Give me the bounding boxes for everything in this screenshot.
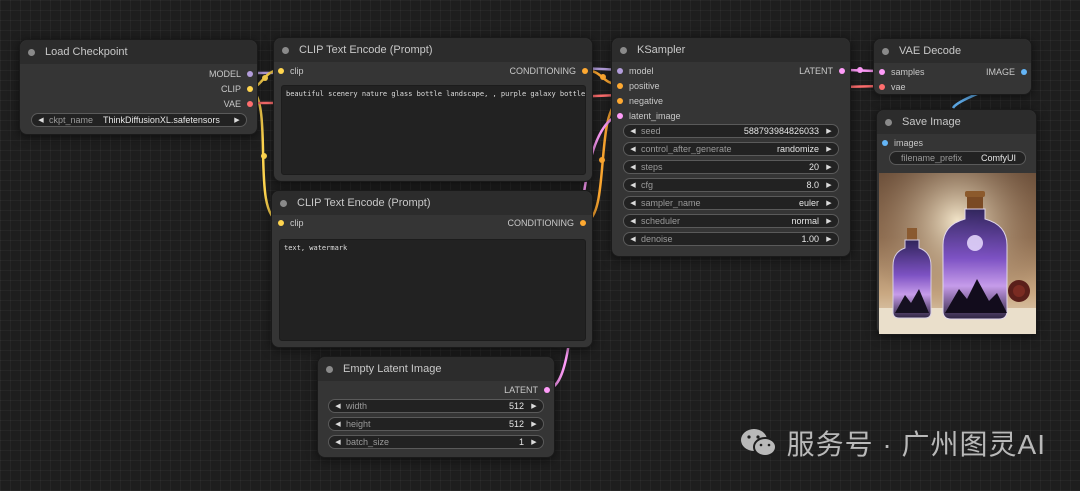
input-dot-icon[interactable] xyxy=(278,68,284,74)
arrow-left-icon[interactable]: ◀ xyxy=(334,438,342,446)
collapse-dot-icon[interactable] xyxy=(620,46,627,54)
output-dot-icon[interactable] xyxy=(544,387,550,393)
arrow-left-icon[interactable]: ◀ xyxy=(629,145,637,153)
arrow-right-icon[interactable]: ▶ xyxy=(825,145,833,153)
output-dot-icon[interactable] xyxy=(1021,69,1027,75)
node-clip-text-encode-positive[interactable]: CLIP Text Encode (Prompt) clip CONDITION… xyxy=(273,37,593,182)
collapse-dot-icon[interactable] xyxy=(885,118,892,126)
seed-widget[interactable]: ◀ seed 588793984826033 ▶ xyxy=(623,124,839,138)
batch-size-widget[interactable]: ◀ batch_size 1 ▶ xyxy=(328,435,544,449)
input-dot-icon[interactable] xyxy=(879,84,885,90)
output-dot-icon[interactable] xyxy=(247,71,253,77)
prompt-textarea[interactable]: text, watermark xyxy=(279,239,586,341)
output-clip[interactable]: CLIP xyxy=(221,83,253,95)
arrow-left-icon[interactable]: ◀ xyxy=(37,116,45,124)
output-image-preview[interactable] xyxy=(879,173,1036,334)
arrow-left-icon[interactable]: ◀ xyxy=(334,420,342,428)
bottle-image xyxy=(879,173,1036,334)
scheduler-widget[interactable]: ◀ scheduler normal ▶ xyxy=(623,214,839,228)
arrow-left-icon[interactable]: ◀ xyxy=(334,402,342,410)
node-title: CLIP Text Encode (Prompt) xyxy=(297,197,431,209)
collapse-dot-icon[interactable] xyxy=(326,365,333,373)
arrow-right-icon[interactable]: ▶ xyxy=(825,127,833,135)
node-title: Load Checkpoint xyxy=(45,46,128,58)
arrow-right-icon[interactable]: ▶ xyxy=(825,181,833,189)
arrow-right-icon[interactable]: ▶ xyxy=(233,116,241,124)
prompt-textarea[interactable]: beautiful scenery nature glass bottle la… xyxy=(281,85,586,175)
output-conditioning[interactable]: CONDITIONING xyxy=(508,217,586,229)
node-title: KSampler xyxy=(637,44,686,56)
input-samples[interactable]: samples xyxy=(879,66,925,78)
arrow-right-icon[interactable]: ▶ xyxy=(825,217,833,225)
node-ksampler[interactable]: KSampler model positive negative latent_… xyxy=(611,37,851,257)
arrow-right-icon[interactable]: ▶ xyxy=(530,420,538,428)
collapse-dot-icon[interactable] xyxy=(282,46,289,54)
arrow-left-icon[interactable]: ◀ xyxy=(629,127,637,135)
output-dot-icon[interactable] xyxy=(580,220,586,226)
collapse-dot-icon[interactable] xyxy=(280,199,287,207)
output-dot-icon[interactable] xyxy=(247,101,253,107)
input-positive[interactable]: positive xyxy=(617,80,660,92)
input-dot-icon[interactable] xyxy=(617,113,623,119)
input-images[interactable]: images xyxy=(882,137,923,149)
node-title: CLIP Text Encode (Prompt) xyxy=(299,44,433,56)
arrow-left-icon[interactable]: ◀ xyxy=(629,235,637,243)
input-dot-icon[interactable] xyxy=(882,140,888,146)
output-vae[interactable]: VAE xyxy=(224,98,253,110)
control-after-generate-widget[interactable]: ◀ control_after_generate randomize ▶ xyxy=(623,142,839,156)
output-dot-icon[interactable] xyxy=(839,68,845,74)
collapse-dot-icon[interactable] xyxy=(28,48,35,56)
watermark-text: 服务号 · 广州图灵AI xyxy=(786,429,1046,460)
ckpt-name-combo[interactable]: ◀ ckpt_name ThinkDiffusionXL.safetensors… xyxy=(31,113,247,127)
arrow-right-icon[interactable]: ▶ xyxy=(825,199,833,207)
arrow-left-icon[interactable]: ◀ xyxy=(629,181,637,189)
node-save-image[interactable]: Save Image images filename_prefix ComfyUI xyxy=(876,109,1037,335)
arrow-right-icon[interactable]: ▶ xyxy=(530,402,538,410)
input-dot-icon[interactable] xyxy=(617,68,623,74)
arrow-right-icon[interactable]: ▶ xyxy=(825,163,833,171)
input-model[interactable]: model xyxy=(617,65,654,77)
arrow-right-icon[interactable]: ▶ xyxy=(530,438,538,446)
input-dot-icon[interactable] xyxy=(879,69,885,75)
width-widget[interactable]: ◀ width 512 ▶ xyxy=(328,399,544,413)
node-title: Empty Latent Image xyxy=(343,363,442,375)
output-latent[interactable]: LATENT xyxy=(799,65,845,77)
arrow-left-icon[interactable]: ◀ xyxy=(629,199,637,207)
node-title: Save Image xyxy=(902,116,961,128)
node-canvas[interactable]: Load Checkpoint MODEL CLIP VAE ◀ ckpt_na… xyxy=(0,0,1080,491)
collapse-dot-icon[interactable] xyxy=(882,47,889,55)
sampler-name-widget[interactable]: ◀ sampler_name euler ▶ xyxy=(623,196,839,210)
wechat-icon xyxy=(740,429,777,457)
node-title: VAE Decode xyxy=(899,45,962,57)
filename-prefix-field[interactable]: filename_prefix ComfyUI xyxy=(889,151,1026,165)
input-latent-image[interactable]: latent_image xyxy=(617,110,681,122)
arrow-left-icon[interactable]: ◀ xyxy=(629,163,637,171)
arrow-right-icon[interactable]: ▶ xyxy=(825,235,833,243)
node-clip-text-encode-negative[interactable]: CLIP Text Encode (Prompt) clip CONDITION… xyxy=(271,190,593,348)
height-widget[interactable]: ◀ height 512 ▶ xyxy=(328,417,544,431)
output-latent[interactable]: LATENT xyxy=(504,384,550,396)
input-dot-icon[interactable] xyxy=(617,98,623,104)
input-negative[interactable]: negative xyxy=(617,95,663,107)
output-dot-icon[interactable] xyxy=(582,68,588,74)
input-vae[interactable]: vae xyxy=(879,81,906,93)
node-load-checkpoint[interactable]: Load Checkpoint MODEL CLIP VAE ◀ ckpt_na… xyxy=(19,39,258,135)
output-model[interactable]: MODEL xyxy=(209,68,253,80)
node-empty-latent-image[interactable]: Empty Latent Image LATENT ◀ width 512 ▶ ◀ he… xyxy=(317,356,555,458)
cfg-widget[interactable]: ◀ cfg 8.0 ▶ xyxy=(623,178,839,192)
node-vae-decode[interactable]: VAE Decode samples vae IMAGE xyxy=(873,38,1032,95)
denoise-widget[interactable]: ◀ denoise 1.00 ▶ xyxy=(623,232,839,246)
watermark: 服务号 · 广州图灵AI xyxy=(739,423,1046,463)
arrow-left-icon[interactable]: ◀ xyxy=(629,217,637,225)
input-clip[interactable]: clip xyxy=(278,65,304,77)
output-dot-icon[interactable] xyxy=(247,86,253,92)
output-conditioning[interactable]: CONDITIONING xyxy=(510,65,588,77)
output-image[interactable]: IMAGE xyxy=(986,66,1027,78)
input-dot-icon[interactable] xyxy=(617,83,623,89)
input-clip[interactable]: clip xyxy=(278,217,304,229)
steps-widget[interactable]: ◀ steps 20 ▶ xyxy=(623,160,839,174)
input-dot-icon[interactable] xyxy=(278,220,284,226)
